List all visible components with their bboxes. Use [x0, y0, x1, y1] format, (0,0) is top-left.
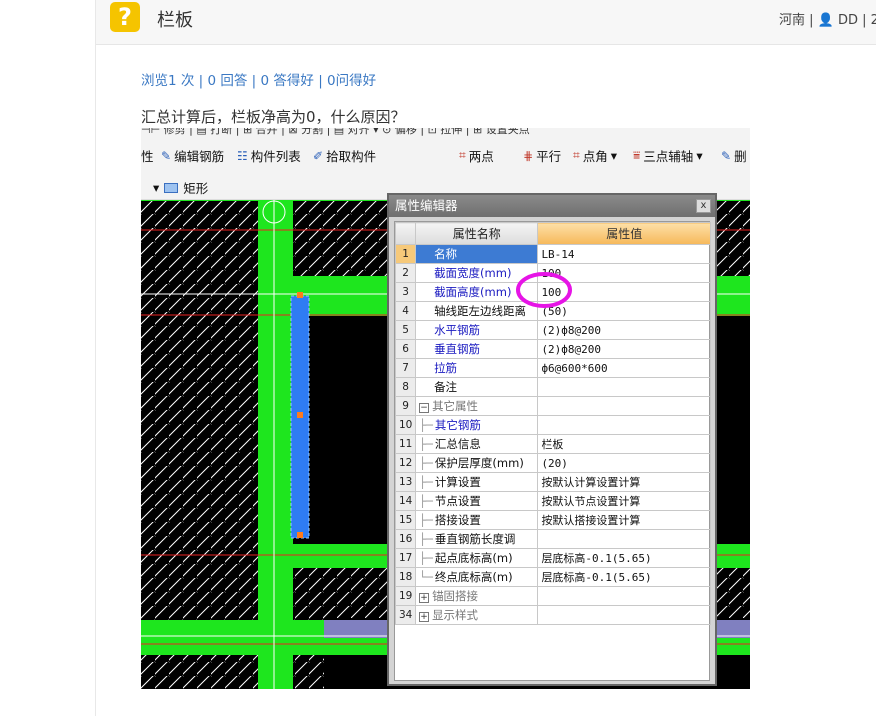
question-text: 汇总计算后，栏板净高为0，什么原因？ [141, 108, 406, 126]
question-stats[interactable]: 浏览1 次 | 0 回答 | 0 答得好 | 0问得好 [141, 69, 376, 89]
highlight-circle [516, 272, 572, 308]
page-title: 栏板 [157, 10, 193, 31]
software-screenshot: ⊣⊢ 修剪 | ▤ 打断 | ⊞ 合并 | ⊠ 分割 | ▤ 对齐 ▾ ⊙ 偏移… [141, 128, 750, 689]
highlight-overlay [516, 272, 572, 308]
question-mark-icon: ? [110, 2, 140, 32]
author-meta[interactable]: 河南 | 👤 DD | 2 [779, 9, 876, 28]
question-header: ? 栏板 河南 | 👤 DD | 2 [96, 0, 876, 45]
left-rail [0, 0, 96, 716]
